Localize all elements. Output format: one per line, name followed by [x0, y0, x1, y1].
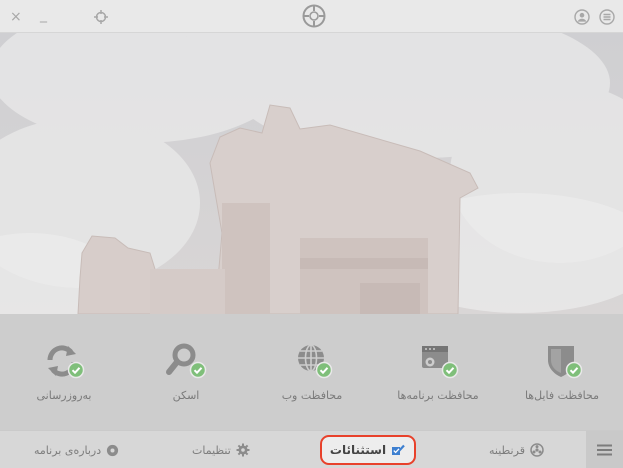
menu-icon — [597, 444, 612, 456]
feature-label-file-protection: محافظت فایل‌ها — [524, 389, 600, 402]
search-icon — [166, 343, 207, 379]
feature-file-protection[interactable]: محافظت فایل‌ها — [502, 342, 622, 402]
bottom-bar: درباره‌ی برنامه تنظیمات استثنائات — [0, 430, 623, 468]
app-logo — [302, 4, 326, 31]
globe-icon — [298, 344, 333, 379]
quarantine-label: قرنطینه — [489, 443, 525, 457]
app-protection-icon — [422, 346, 459, 379]
feature-label-web-protection: محافظت وب — [281, 389, 343, 402]
quarantine-button[interactable]: قرنطینه — [489, 431, 544, 468]
gear-icon — [236, 443, 250, 457]
feature-label-update: به‌روزرسانی — [36, 389, 92, 402]
shield-icon — [548, 346, 583, 379]
target-icon[interactable] — [94, 10, 108, 27]
quarantine-icon — [530, 443, 544, 457]
feature-update[interactable]: به‌روزرسانی — [4, 342, 124, 402]
about-label: درباره‌ی برنامه — [34, 443, 102, 457]
settings-button[interactable]: تنظیمات — [192, 431, 250, 468]
settings-label: تنظیمات — [192, 443, 231, 457]
exceptions-icon — [392, 444, 405, 455]
close-icon[interactable]: × — [10, 10, 22, 24]
hamburger-menu-icon[interactable] — [599, 9, 615, 28]
info-icon — [107, 444, 119, 456]
about-button[interactable]: درباره‌ی برنامه — [34, 431, 119, 468]
feature-web-protection[interactable]: محافظت وب — [252, 342, 372, 402]
minimize-icon[interactable]: _ — [40, 8, 47, 22]
feature-scan[interactable]: اسکن — [126, 342, 246, 402]
user-icon[interactable] — [574, 9, 590, 28]
menu-button[interactable] — [586, 431, 623, 468]
feature-label-app-protection: محافظت برنامه‌ها — [397, 389, 479, 402]
feature-app-protection[interactable]: محافظت برنامه‌ها — [378, 342, 498, 402]
hero-image — [0, 33, 623, 314]
title-bar: × _ — [0, 0, 623, 33]
feature-label-scan: اسکن — [172, 389, 200, 402]
exceptions-button[interactable]: استثنائات — [320, 435, 416, 465]
refresh-icon — [47, 345, 85, 379]
features-panel: به‌روزرسانی اسکن محافظت وب — [0, 314, 623, 430]
exceptions-label: استثنائات — [329, 443, 387, 457]
